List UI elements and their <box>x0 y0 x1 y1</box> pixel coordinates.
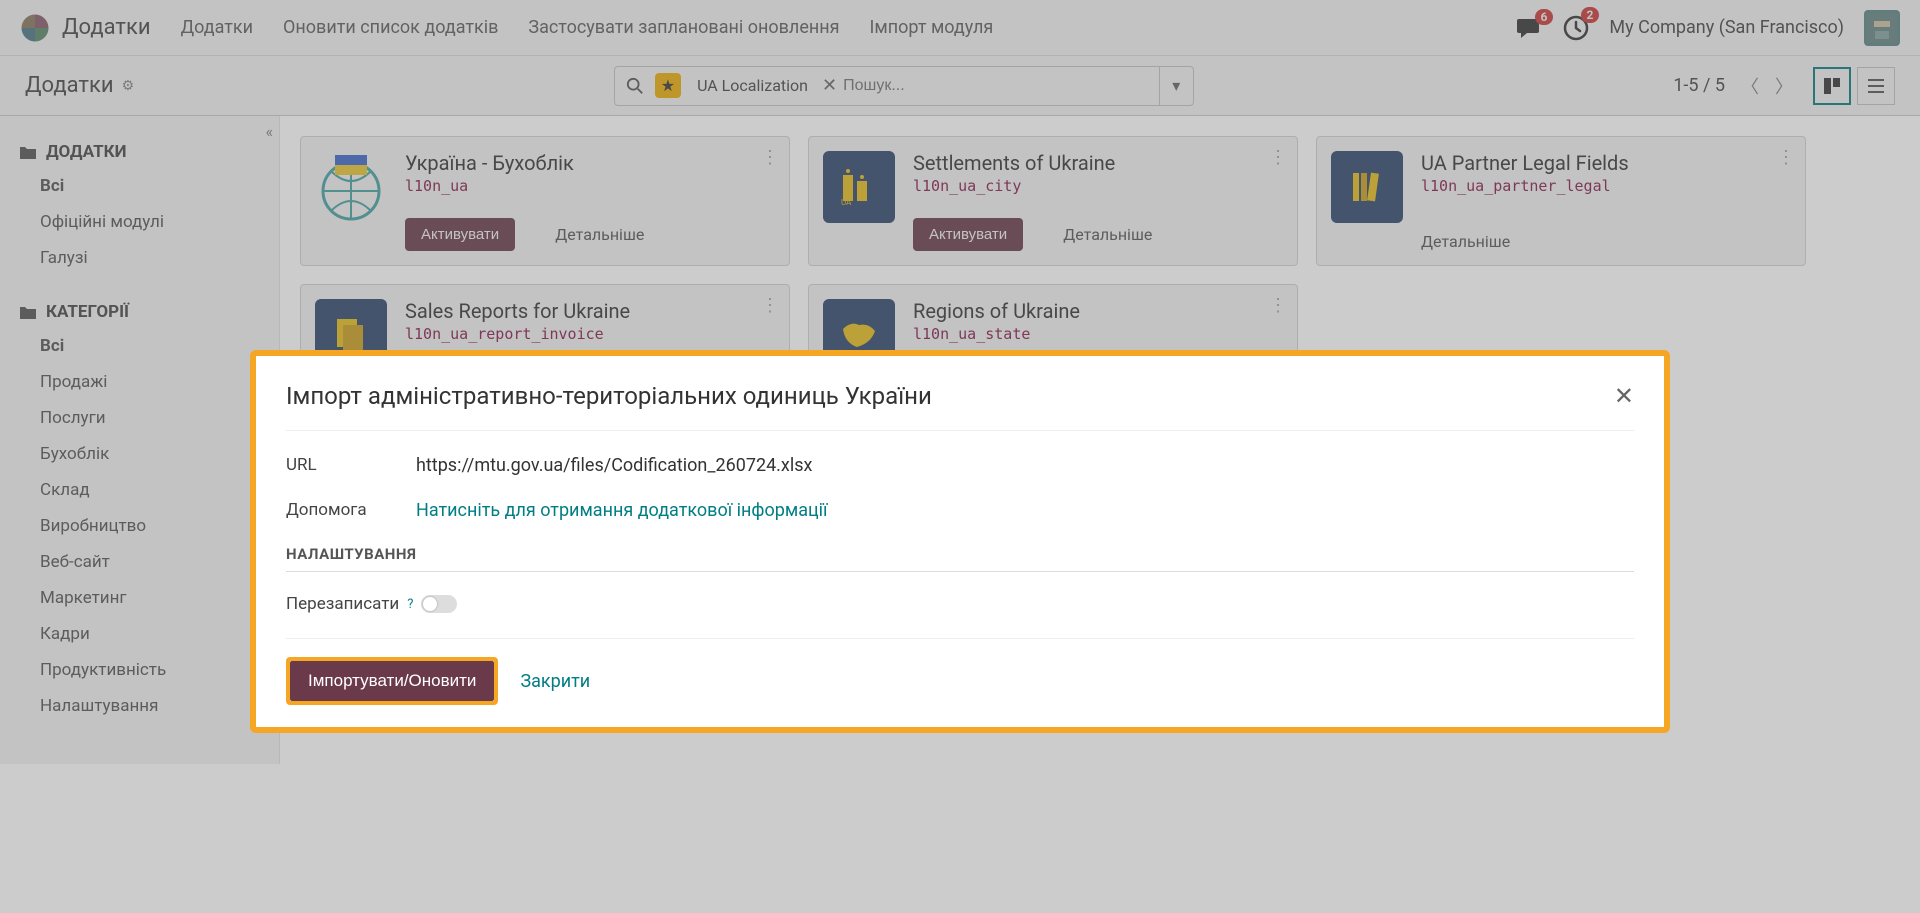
messages-badge: 6 <box>1535 9 1554 25</box>
logo-icon <box>20 13 50 43</box>
messages-button[interactable]: 6 <box>1517 17 1543 39</box>
card-menu-icon[interactable]: ⋮ <box>761 295 779 316</box>
avatar-icon <box>1867 13 1897 43</box>
details-button[interactable]: Детальніше <box>1421 232 1510 251</box>
search-input[interactable] <box>843 77 1159 95</box>
sidebar-item-all[interactable]: Всі <box>0 168 279 204</box>
sidebar-item-marketing[interactable]: Маркетинг <box>0 580 279 616</box>
import-button-highlight: Імпортувати/Оновити <box>286 657 498 705</box>
pager-next[interactable]: 〉 <box>1775 73 1793 99</box>
folder-icon <box>20 305 36 319</box>
pager: 1-5 / 5 〈 〉 <box>1673 73 1793 99</box>
module-tech-name: l10n_ua <box>405 177 775 195</box>
module-card[interactable]: Україна - Бухоблік l10n_ua Активувати Де… <box>300 136 790 266</box>
card-menu-icon[interactable]: ⋮ <box>1269 295 1287 316</box>
card-menu-icon[interactable]: ⋮ <box>1777 147 1795 168</box>
sidebar-item-cat-all[interactable]: Всі <box>0 328 279 364</box>
modal-close-button[interactable]: ✕ <box>1614 382 1634 410</box>
module-tech-name: l10n_ua_partner_legal <box>1421 177 1791 195</box>
module-title: Settlements of Ukraine <box>913 151 1283 175</box>
details-button[interactable]: Детальніше <box>555 225 644 244</box>
view-list[interactable] <box>1857 67 1895 105</box>
sidebar: « ДОДАТКИ Всі Офіційні модулі Галузі КАТ… <box>0 116 280 764</box>
settings-section-title: НАЛАШТУВАННЯ <box>286 545 1634 563</box>
folder-icon <box>20 145 36 159</box>
sidebar-item-website[interactable]: Веб-сайт <box>0 544 279 580</box>
help-label: Допомога <box>286 500 416 521</box>
menu-apply-updates[interactable]: Застосувати заплановані оновлення <box>528 17 839 38</box>
module-card[interactable]: UA Partner Legal Fields l10n_ua_partner_… <box>1316 136 1806 266</box>
user-avatar[interactable] <box>1864 10 1900 46</box>
breadcrumb: Додатки ⚙ <box>25 73 134 98</box>
view-kanban[interactable] <box>1813 67 1851 105</box>
sidebar-group-apps: ДОДАТКИ <box>0 136 279 168</box>
menu-update-list[interactable]: Оновити список додатків <box>283 17 498 38</box>
module-tech-name: l10n_ua_city <box>913 177 1283 195</box>
help-icon[interactable]: ? <box>407 597 413 612</box>
search-box[interactable]: ★ UA Localization ✕ ▾ <box>614 66 1194 106</box>
app-logo[interactable]: Додатки <box>20 13 151 43</box>
module-tech-name: l10n_ua_state <box>913 325 1283 343</box>
import-button[interactable]: Імпортувати/Оновити <box>290 661 494 701</box>
overwrite-label: Перезаписати <box>286 594 399 614</box>
tag-remove[interactable]: ✕ <box>816 75 843 96</box>
topbar: Додатки Додатки Оновити список додатків … <box>0 0 1920 56</box>
list-icon <box>1867 77 1885 95</box>
card-menu-icon[interactable]: ⋮ <box>1269 147 1287 168</box>
gear-icon[interactable]: ⚙ <box>122 78 135 94</box>
search-tag: ★ <box>655 73 681 98</box>
top-menu: Додатки Оновити список додатків Застосув… <box>181 17 994 38</box>
activate-button[interactable]: Активувати <box>913 218 1023 251</box>
sidebar-collapse[interactable]: « <box>265 122 273 141</box>
close-button[interactable]: Закрити <box>520 671 590 692</box>
help-link[interactable]: Натисніть для отримання додаткової інфор… <box>416 500 828 521</box>
module-icon <box>315 151 387 223</box>
activities-button[interactable]: 2 <box>1563 15 1589 41</box>
module-title: UA Partner Legal Fields <box>1421 151 1791 175</box>
app-title: Додатки <box>62 15 151 40</box>
pager-prev[interactable]: 〈 <box>1741 73 1759 99</box>
sidebar-item-accounting[interactable]: Бухоблік <box>0 436 279 472</box>
url-label: URL <box>286 455 416 476</box>
sidebar-item-sales[interactable]: Продажі <box>0 364 279 400</box>
pager-text: 1-5 / 5 <box>1673 75 1725 96</box>
kanban-icon <box>1823 77 1841 95</box>
menu-import-module[interactable]: Імпорт модуля <box>870 17 994 38</box>
module-tech-name: l10n_ua_report_invoice <box>405 325 775 343</box>
divider <box>286 571 1634 572</box>
search-tag-label: UA Localization <box>697 76 808 95</box>
page-title: Додатки <box>25 73 114 98</box>
control-bar: Додатки ⚙ ★ UA Localization ✕ ▾ 1-5 / 5 … <box>0 56 1920 116</box>
star-icon: ★ <box>661 76 675 95</box>
modal-dialog: Імпорт адміністративно-територіальних од… <box>250 350 1670 733</box>
svg-text:UA: UA <box>841 198 852 207</box>
sidebar-item-manufacturing[interactable]: Виробництво <box>0 508 279 544</box>
module-icon: UA <box>823 151 895 223</box>
sidebar-group-categories: КАТЕГОРІЇ <box>0 296 279 328</box>
sidebar-item-inventory[interactable]: Склад <box>0 472 279 508</box>
menu-apps[interactable]: Додатки <box>181 17 253 38</box>
sidebar-item-hr[interactable]: Кадри <box>0 616 279 652</box>
module-card[interactable]: UA Settlements of Ukraine l10n_ua_city А… <box>808 136 1298 266</box>
search-dropdown[interactable]: ▾ <box>1159 67 1193 105</box>
module-title: Sales Reports for Ukraine <box>405 299 775 323</box>
module-icon <box>1331 151 1403 223</box>
sidebar-item-productivity[interactable]: Продуктивність <box>0 652 279 688</box>
company-selector[interactable]: My Company (San Francisco) <box>1609 17 1844 38</box>
view-switcher <box>1813 67 1895 105</box>
sidebar-item-services[interactable]: Послуги <box>0 400 279 436</box>
activities-badge: 2 <box>1581 7 1600 23</box>
details-button[interactable]: Детальніше <box>1063 225 1152 244</box>
module-title: Україна - Бухоблік <box>405 151 775 175</box>
search-icon[interactable] <box>615 77 655 95</box>
overwrite-toggle[interactable] <box>421 595 457 613</box>
module-title: Regions of Ukraine <box>913 299 1283 323</box>
sidebar-item-industries[interactable]: Галузі <box>0 240 279 276</box>
sidebar-item-settings[interactable]: Налаштування <box>0 688 279 724</box>
activate-button[interactable]: Активувати <box>405 218 515 251</box>
url-value: https://mtu.gov.ua/files/Codification_26… <box>416 455 812 476</box>
sidebar-item-official[interactable]: Офіційні модулі <box>0 204 279 240</box>
card-menu-icon[interactable]: ⋮ <box>761 147 779 168</box>
modal-title: Імпорт адміністративно-територіальних од… <box>286 382 932 410</box>
